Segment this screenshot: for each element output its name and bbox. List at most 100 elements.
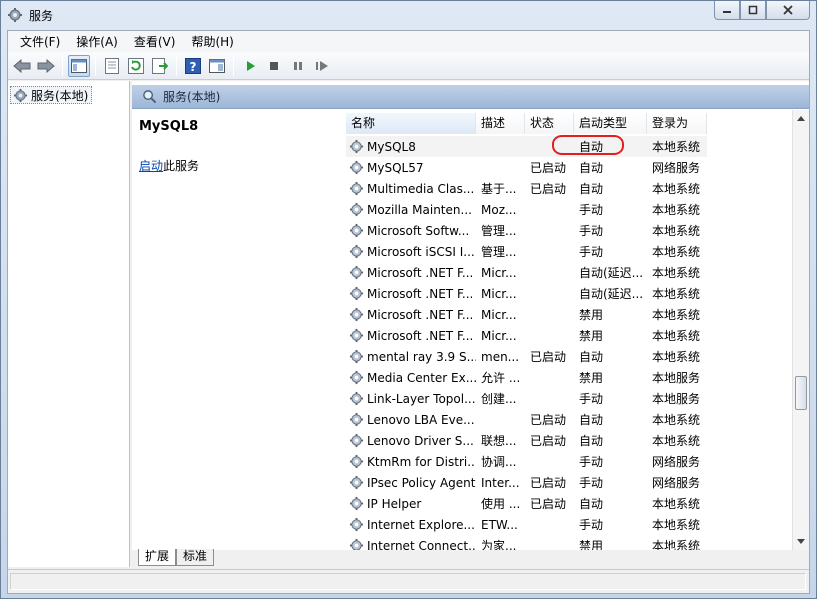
service-name: Microsoft Softw... (367, 223, 470, 238)
service-name-cell: MySQL8 (346, 139, 476, 154)
table-row[interactable]: IPsec Policy Agent Inter... 已启动 手动 网络服务 (346, 472, 707, 493)
table-row[interactable]: KtmRm for Distri... 协调... 手动 网络服务 (346, 451, 707, 472)
service-description: 为家... (481, 539, 517, 550)
service-description: 协调... (481, 455, 517, 469)
service-gear-icon (349, 517, 364, 532)
pause-service-icon (294, 61, 302, 70)
table-row[interactable]: IP Helper 使用 ... 已启动 自动 本地系统 (346, 493, 707, 514)
start-service-link[interactable]: 启动 (139, 159, 163, 173)
maximize-icon (748, 5, 758, 15)
maximize-button[interactable] (740, 1, 766, 20)
tree-item-label: 服务(本地) (31, 88, 89, 103)
service-gear-icon (349, 202, 364, 217)
table-row[interactable]: mental ray 3.9 S... men... 已启动 自动 本地系统 (346, 346, 707, 367)
service-name: Mozilla Mainten... (367, 202, 472, 217)
properties-icon (105, 57, 119, 74)
service-gear-icon (349, 223, 364, 238)
refresh-button[interactable] (125, 55, 147, 77)
table-row[interactable]: Internet Explore... ETW... 手动 本地系统 (346, 514, 707, 535)
result-pane: 服务(本地) MySQL8 启动此服务 名称 描述 状态 启动类型 登录为 My… (132, 81, 809, 567)
close-button[interactable] (766, 1, 810, 20)
table-row[interactable]: Microsoft .NET F... Micr... 禁用 本地系统 (346, 304, 707, 325)
service-gear-icon (349, 139, 364, 154)
service-gear-icon (349, 160, 364, 175)
column-header-status[interactable]: 状态 (525, 113, 574, 134)
export-list-button[interactable] (149, 55, 171, 77)
table-row[interactable]: Lenovo LBA Eve... 已启动 自动 本地系统 (346, 409, 707, 430)
service-startup-type: 自动 (579, 497, 604, 511)
service-gear-icon (349, 454, 364, 469)
scroll-down-button[interactable] (793, 533, 809, 550)
service-logon-as: 本地系统 (652, 203, 701, 217)
toolbar-separator (233, 55, 234, 76)
show-hide-tree-button[interactable] (68, 54, 90, 77)
service-gear-icon (349, 349, 364, 364)
service-gear-icon (349, 286, 364, 301)
tab-standard[interactable]: 标准 (176, 549, 215, 566)
service-name: Internet Connect... (367, 538, 476, 551)
console-view-icon (209, 58, 225, 73)
service-name-cell: Microsoft .NET F... (346, 328, 476, 343)
restart-service-button[interactable] (311, 55, 333, 77)
table-row[interactable]: Microsoft Softw... 管理... 手动 本地系统 (346, 220, 707, 241)
minimize-button[interactable] (714, 1, 740, 20)
console-tree: 服务(本地) (8, 81, 130, 567)
table-row[interactable]: Microsoft .NET F... Micr... 禁用 本地系统 (346, 325, 707, 346)
service-logon-as: 本地系统 (652, 539, 701, 550)
table-row[interactable]: Microsoft .NET F... Micr... 自动(延迟... 本地系… (346, 283, 707, 304)
table-row[interactable]: MySQL57 已启动 自动 网络服务 (346, 157, 707, 178)
properties-button[interactable] (101, 55, 123, 77)
scrollbar-thumb[interactable] (795, 376, 807, 410)
table-row[interactable]: Media Center Ex... 允许 ... 禁用 本地服务 (346, 367, 707, 388)
console-view-button[interactable] (206, 55, 228, 77)
service-gear-icon (349, 244, 364, 259)
vertical-scrollbar[interactable] (792, 110, 809, 550)
table-row[interactable]: Mozilla Mainten... Moz... 手动 本地系统 (346, 199, 707, 220)
minimize-icon (723, 11, 731, 13)
table-row[interactable]: Link-Layer Topol... 创建... 手动 本地服务 (346, 388, 707, 409)
menu-file[interactable]: 文件(F) (12, 32, 68, 52)
back-button[interactable] (11, 55, 33, 77)
table-row[interactable]: Lenovo Driver S... 联想... 已启动 自动 本地系统 (346, 430, 707, 451)
pause-service-button[interactable] (287, 55, 309, 77)
service-description: 创建... (481, 392, 517, 406)
start-service-suffix: 此服务 (163, 159, 200, 173)
table-row[interactable]: MySQL8 自动 本地系统 (346, 136, 707, 157)
status-bar (8, 569, 809, 593)
menu-view[interactable]: 查看(V) (126, 32, 184, 52)
service-gear-icon (349, 265, 364, 280)
stop-service-button[interactable] (263, 55, 285, 77)
column-header-startup-type[interactable]: 启动类型 (574, 113, 647, 134)
column-header-name[interactable]: 名称 (346, 113, 476, 134)
service-name-cell: IP Helper (346, 496, 476, 511)
service-name: KtmRm for Distri... (367, 454, 476, 469)
toolbar: ? (8, 52, 809, 80)
start-service-button[interactable] (239, 55, 261, 77)
scroll-up-button[interactable] (793, 110, 809, 127)
service-startup-type: 自动(延迟... (579, 266, 644, 280)
service-logon-as: 本地系统 (652, 350, 701, 364)
help-button[interactable]: ? (182, 55, 204, 77)
table-row[interactable]: Internet Connect... 为家... 禁用 本地系统 (346, 535, 707, 550)
forward-button[interactable] (35, 55, 57, 77)
column-header: 名称 描述 状态 启动类型 登录为 (346, 113, 707, 134)
service-name-cell: IPsec Policy Agent (346, 475, 476, 490)
title-bar[interactable]: 服务 (1, 1, 816, 29)
service-name: Microsoft .NET F... (367, 307, 474, 322)
menu-help[interactable]: 帮助(H) (183, 32, 241, 52)
table-row[interactable]: Microsoft iSCSI I... 管理... 手动 本地系统 (346, 241, 707, 262)
column-header-logon-as[interactable]: 登录为 (647, 113, 707, 134)
service-logon-as: 本地系统 (652, 182, 701, 196)
menu-action[interactable]: 操作(A) (68, 32, 126, 52)
table-row[interactable]: Multimedia Clas... 基于... 已启动 自动 本地系统 (346, 178, 707, 199)
service-name-cell: Microsoft .NET F... (346, 265, 476, 280)
menu-bar: 文件(F) 操作(A) 查看(V) 帮助(H) (8, 31, 809, 52)
service-gear-icon (349, 538, 364, 550)
tab-extended[interactable]: 扩展 (138, 549, 177, 566)
pane-header: 服务(本地) (132, 85, 809, 109)
column-header-description[interactable]: 描述 (476, 113, 525, 134)
tree-item-services-local[interactable]: 服务(本地) (10, 86, 93, 104)
service-name-cell: Lenovo Driver S... (346, 433, 476, 448)
service-description: 管理... (481, 224, 517, 238)
table-row[interactable]: Microsoft .NET F... Micr... 自动(延迟... 本地系… (346, 262, 707, 283)
